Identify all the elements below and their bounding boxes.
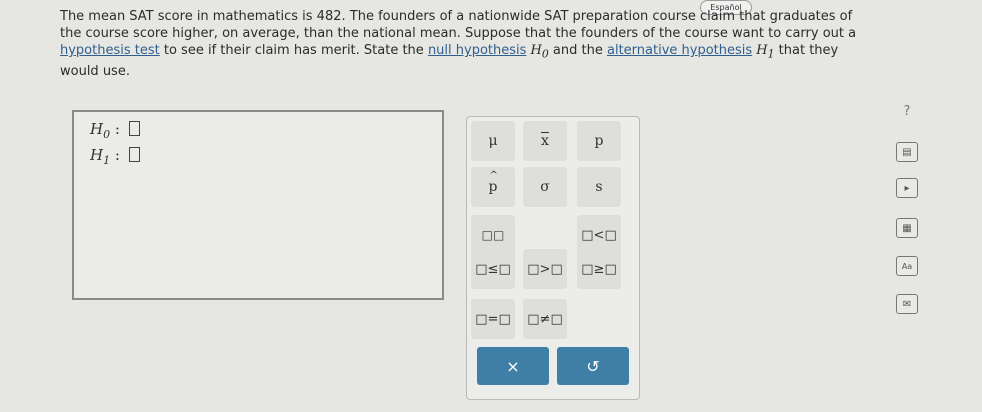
hypothesis-test-link[interactable]: hypothesis test: [60, 43, 160, 58]
h1-symbol: H1: [756, 43, 775, 61]
undo-button[interactable]: ↺: [557, 347, 629, 385]
equal-button[interactable]: □=□: [471, 299, 515, 339]
mail-icon[interactable]: ✉: [896, 294, 918, 314]
mu-button[interactable]: μ: [471, 121, 515, 161]
sigma-button[interactable]: σ: [523, 167, 567, 207]
h1-row: H1 :: [90, 146, 140, 167]
phat-button[interactable]: ^ p: [471, 167, 515, 207]
s-button[interactable]: s: [577, 167, 621, 207]
clear-button[interactable]: ×: [477, 347, 549, 385]
h1-input[interactable]: [128, 147, 140, 162]
greater-equal-button[interactable]: □≥□: [577, 249, 621, 289]
greater-than-button[interactable]: □>□: [523, 249, 567, 289]
video-icon[interactable]: ▸: [896, 178, 918, 198]
less-equal-button[interactable]: □≤□: [471, 249, 515, 289]
dictionary-icon[interactable]: Aa: [896, 256, 918, 276]
h0-row: H0 :: [90, 120, 140, 141]
calculator-icon[interactable]: ▦: [896, 218, 918, 238]
not-equal-button[interactable]: □≠□: [523, 299, 567, 339]
p-button[interactable]: p: [577, 121, 621, 161]
symbol-palette: μ x p ^ p σ s □□ □<□ □≤□ □>□ □≥□ □=□ □≠□ …: [466, 116, 640, 400]
h0-input[interactable]: [128, 121, 140, 136]
xbar-button[interactable]: x: [523, 121, 567, 161]
alternative-hypothesis-link[interactable]: alternative hypothesis: [607, 43, 752, 58]
book-icon[interactable]: ▤: [896, 142, 918, 162]
help-icon[interactable]: ?: [896, 100, 918, 122]
question-text: The mean SAT score in mathematics is 482…: [60, 9, 857, 79]
h0-symbol: H0: [530, 43, 549, 61]
null-hypothesis-link[interactable]: null hypothesis: [428, 43, 526, 58]
answer-box: H0 : H1 :: [72, 110, 444, 300]
